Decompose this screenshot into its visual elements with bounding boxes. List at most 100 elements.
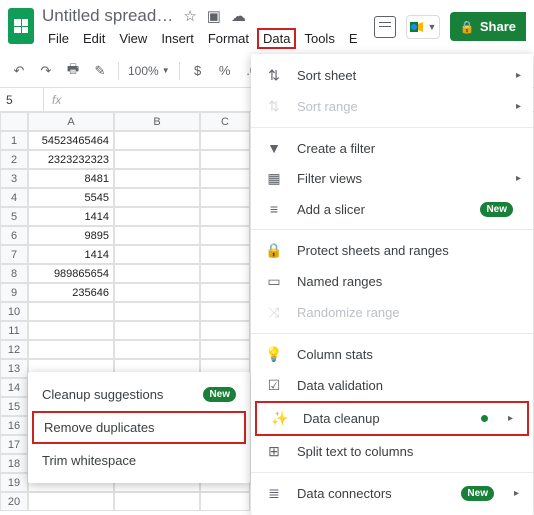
menu-data[interactable]: Data	[257, 28, 296, 49]
cell[interactable]	[200, 131, 250, 150]
cell[interactable]	[114, 340, 200, 359]
row-header[interactable]: 8	[0, 264, 28, 283]
cell[interactable]	[200, 340, 250, 359]
select-all-corner[interactable]	[0, 112, 28, 131]
print-icon[interactable]: 🖶	[64, 60, 82, 82]
meet-button[interactable]: ▼	[406, 15, 440, 39]
undo-icon[interactable]: ↶	[10, 63, 28, 79]
cell[interactable]	[114, 302, 200, 321]
comments-icon[interactable]	[374, 16, 396, 38]
cell[interactable]	[114, 188, 200, 207]
cell[interactable]: 1414	[28, 245, 114, 264]
menu-tools[interactable]: Tools	[298, 28, 340, 49]
cell[interactable]	[114, 226, 200, 245]
cell[interactable]	[200, 150, 250, 169]
cell[interactable]: 54523465464	[28, 131, 114, 150]
row-header[interactable]: 2	[0, 150, 28, 169]
cell[interactable]	[200, 264, 250, 283]
col-header-b[interactable]: B	[114, 112, 200, 131]
row-header[interactable]: 4	[0, 188, 28, 207]
menu-format[interactable]: Format	[202, 28, 255, 49]
row-header[interactable]: 10	[0, 302, 28, 321]
menu-edit[interactable]: Edit	[77, 28, 111, 49]
cell[interactable]	[114, 245, 200, 264]
menu-protect-sheets[interactable]: 🔒Protect sheets and ranges	[251, 235, 533, 266]
cell[interactable]	[200, 169, 250, 188]
doc-title[interactable]: Untitled spread…	[42, 6, 173, 26]
menu-data-cleanup[interactable]: ✨Data cleanup▸	[255, 401, 529, 436]
cell[interactable]	[200, 321, 250, 340]
row-header[interactable]: 5	[0, 207, 28, 226]
submenu-remove-duplicates[interactable]: Remove duplicates	[32, 411, 246, 444]
row-header[interactable]: 17	[0, 435, 28, 454]
cell[interactable]	[114, 492, 200, 511]
cell[interactable]: 2323232323	[28, 150, 114, 169]
cell[interactable]: 235646	[28, 283, 114, 302]
cell[interactable]: 9895	[28, 226, 114, 245]
submenu-cleanup-suggestions[interactable]: Cleanup suggestionsNew	[28, 378, 250, 411]
menu-split-text[interactable]: ⊞Split text to columns	[251, 436, 533, 467]
row-header[interactable]: 9	[0, 283, 28, 302]
row-header[interactable]: 3	[0, 169, 28, 188]
menu-data-validation[interactable]: ☑Data validation	[251, 370, 533, 401]
menu-create-filter[interactable]: ▼Create a filter	[251, 133, 533, 163]
cell[interactable]	[114, 321, 200, 340]
row-header[interactable]: 15	[0, 397, 28, 416]
cell[interactable]	[28, 340, 114, 359]
menu-column-stats[interactable]: 💡Column stats	[251, 339, 533, 370]
share-button[interactable]: 🔒Share	[450, 12, 526, 41]
row-header[interactable]: 19	[0, 473, 28, 492]
menu-filter-views[interactable]: ▦Filter views▸	[251, 163, 533, 194]
row-header[interactable]: 7	[0, 245, 28, 264]
row-header[interactable]: 1	[0, 131, 28, 150]
cell[interactable]	[28, 321, 114, 340]
row-header[interactable]: 18	[0, 454, 28, 473]
col-header-c[interactable]: C	[200, 112, 250, 131]
cell[interactable]	[114, 207, 200, 226]
cell[interactable]	[114, 131, 200, 150]
paint-icon[interactable]: ✎	[91, 63, 109, 79]
cell[interactable]	[114, 169, 200, 188]
cell[interactable]	[200, 492, 250, 511]
row-header[interactable]: 20	[0, 492, 28, 511]
cell[interactable]	[200, 283, 250, 302]
menu-insert[interactable]: Insert	[155, 28, 200, 49]
menu-data-connectors[interactable]: ≣Data connectorsNew▸	[251, 478, 533, 509]
row-header[interactable]: 13	[0, 359, 28, 378]
star-icon[interactable]: ☆	[183, 7, 196, 25]
cell[interactable]	[114, 150, 200, 169]
cell[interactable]: 1414	[28, 207, 114, 226]
cell[interactable]: 989865654	[28, 264, 114, 283]
cell[interactable]	[114, 283, 200, 302]
submenu-trim-whitespace[interactable]: Trim whitespace	[28, 444, 250, 477]
cell[interactable]	[28, 492, 114, 511]
cloud-icon[interactable]: ☁	[231, 7, 246, 25]
menu-named-ranges[interactable]: ▭Named ranges	[251, 266, 533, 297]
row-header[interactable]: 14	[0, 378, 28, 397]
cell[interactable]	[200, 188, 250, 207]
menu-extensions[interactable]: E	[343, 28, 364, 49]
cell[interactable]	[200, 245, 250, 264]
cell[interactable]	[200, 226, 250, 245]
row-header[interactable]: 12	[0, 340, 28, 359]
cell[interactable]	[200, 207, 250, 226]
percent-button[interactable]: %	[216, 63, 234, 78]
move-icon[interactable]: ▣	[207, 7, 221, 25]
menu-sort-sheet[interactable]: ⇅Sort sheet▸	[251, 60, 533, 91]
menu-add-slicer[interactable]: ≡Add a slicerNew	[251, 194, 533, 224]
row-header[interactable]: 11	[0, 321, 28, 340]
name-box[interactable]: 5	[0, 88, 44, 111]
zoom-select[interactable]: 100% ▼	[128, 64, 170, 78]
cell[interactable]: 8481	[28, 169, 114, 188]
row-header[interactable]: 6	[0, 226, 28, 245]
cell[interactable]	[28, 302, 114, 321]
menu-file[interactable]: File	[42, 28, 75, 49]
cell[interactable]	[200, 302, 250, 321]
row-header[interactable]: 16	[0, 416, 28, 435]
col-header-a[interactable]: A	[28, 112, 114, 131]
cell[interactable]	[114, 264, 200, 283]
redo-icon[interactable]: ↷	[37, 63, 55, 79]
cell[interactable]: 5545	[28, 188, 114, 207]
menu-view[interactable]: View	[113, 28, 153, 49]
currency-button[interactable]: $	[189, 63, 207, 78]
